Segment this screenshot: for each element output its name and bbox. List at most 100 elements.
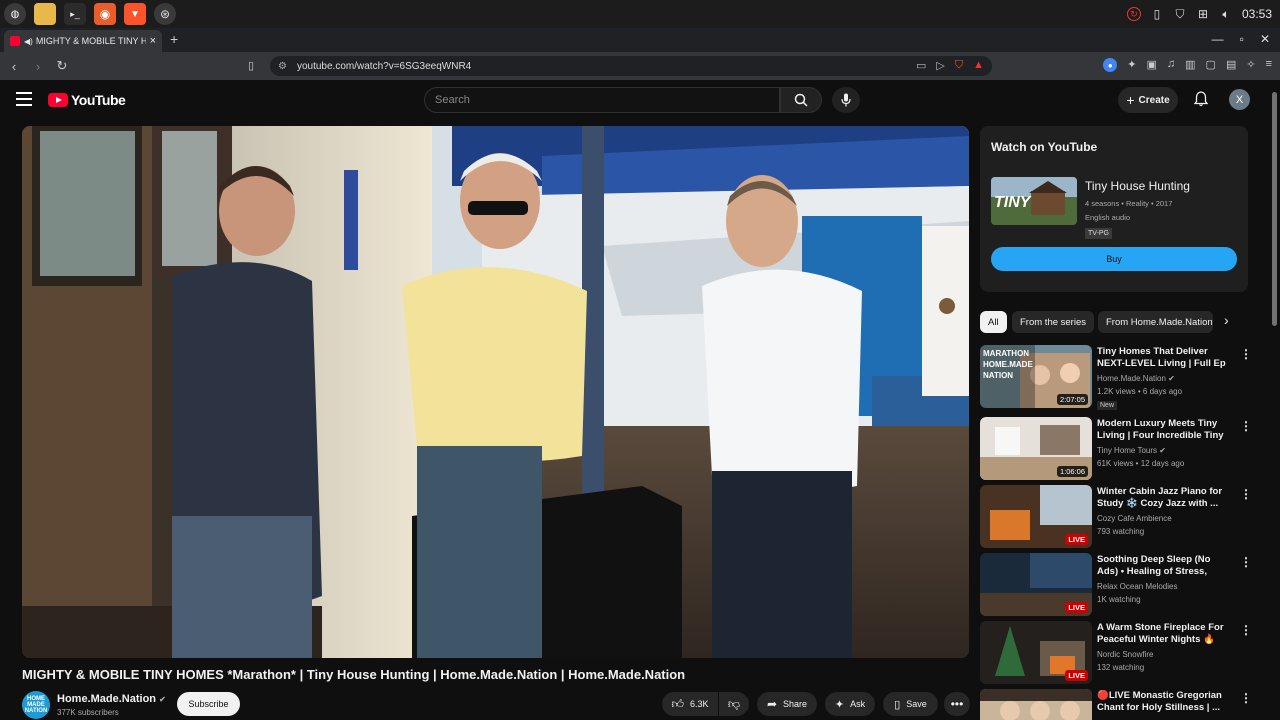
chromium-icon[interactable]: ⊛ bbox=[154, 3, 176, 25]
video-thumbnail[interactable]: 1:06:06 bbox=[980, 417, 1092, 480]
youtube-play-icon bbox=[48, 93, 68, 107]
send-icon[interactable]: ▷ bbox=[936, 59, 944, 72]
volume-icon[interactable]: 🔈︎ bbox=[1219, 7, 1233, 21]
rec-title[interactable]: Modern Luxury Meets Tiny Living | Four I… bbox=[1097, 418, 1233, 442]
more-vertical-icon[interactable]: ⋮ bbox=[1240, 419, 1252, 433]
close-window-icon[interactable]: ✕ bbox=[1260, 32, 1270, 46]
network-icon[interactable]: ⊞ bbox=[1196, 7, 1210, 21]
files-icon[interactable] bbox=[34, 3, 56, 25]
video-thumbnail[interactable]: LIVE bbox=[980, 621, 1092, 684]
rec-channel[interactable]: Nordic Snowfire bbox=[1097, 650, 1153, 659]
sidebar-icon[interactable]: ▥ bbox=[1185, 58, 1195, 72]
firefox-icon[interactable]: ◉ bbox=[94, 3, 116, 25]
back-icon[interactable]: ‹ bbox=[4, 59, 24, 74]
url-field[interactable]: ⚙ youtube.com/watch?v=6SG3eeqWNR4 ▭ ▷ ⛉ … bbox=[270, 56, 992, 76]
plus-icon: + bbox=[1126, 92, 1135, 108]
youtube-logo[interactable]: YouTube bbox=[48, 92, 126, 108]
maximize-icon[interactable]: ▫ bbox=[1240, 32, 1244, 46]
reload-icon[interactable]: ↻ bbox=[52, 58, 72, 74]
channel-name[interactable]: Home.Made.Nation ✔ bbox=[57, 693, 166, 705]
more-vertical-icon[interactable]: ⋮ bbox=[1240, 347, 1252, 361]
extensions-icon[interactable]: ✦ bbox=[1127, 58, 1136, 72]
site-info-icon[interactable]: ⚙ bbox=[278, 61, 287, 72]
music-icon[interactable]: ♫ bbox=[1167, 58, 1175, 72]
more-vertical-icon[interactable]: ⋮ bbox=[1240, 691, 1248, 705]
subscriber-count: 377K subscribers bbox=[57, 708, 119, 717]
search-input[interactable]: Search bbox=[424, 87, 780, 113]
rec-title[interactable]: A Warm Stone Fireplace For Peaceful Wint… bbox=[1097, 622, 1233, 646]
like-button[interactable]: 👍︎ 6.3K bbox=[662, 692, 718, 716]
rec-title[interactable]: Tiny Homes That Deliver NEXT-LEVEL Livin… bbox=[1097, 346, 1233, 370]
recommended-item[interactable]: 1:06:06 Modern Luxury Meets Tiny Living … bbox=[980, 417, 1252, 483]
minimize-icon[interactable]: — bbox=[1212, 32, 1224, 46]
save-button[interactable]: ▯ Save bbox=[883, 692, 938, 716]
recommended-item[interactable]: LIVE Soothing Deep Sleep (No Ads) • Heal… bbox=[980, 553, 1252, 619]
leo-icon[interactable]: ✧ bbox=[1246, 58, 1255, 72]
rec-title[interactable]: Soothing Deep Sleep (No Ads) • Healing o… bbox=[1097, 554, 1233, 578]
more-vertical-icon[interactable]: ⋮ bbox=[1240, 623, 1252, 637]
update-icon[interactable]: ↻ bbox=[1126, 7, 1141, 21]
close-tab-icon[interactable]: × bbox=[150, 35, 156, 47]
chip-from-channel[interactable]: From Home.Made.Nation bbox=[1098, 311, 1213, 333]
chip-all[interactable]: All bbox=[980, 311, 1007, 333]
dislike-button[interactable]: 👎︎ bbox=[719, 692, 749, 716]
mint-menu-icon[interactable]: ◍ bbox=[4, 3, 26, 25]
video-player[interactable] bbox=[22, 126, 969, 658]
brave-rewards-icon[interactable]: ▲ bbox=[973, 59, 984, 72]
recommended-item[interactable]: 🔴LIVE Monastic Gregorian Chant for Holy … bbox=[980, 689, 1248, 720]
screenshot-icon[interactable]: ▣ bbox=[1146, 58, 1156, 72]
show-title[interactable]: Tiny House Hunting bbox=[1085, 179, 1190, 193]
ask-button[interactable]: ✦ Ask bbox=[825, 692, 875, 716]
search-button[interactable] bbox=[780, 87, 822, 113]
rec-title[interactable]: 🔴LIVE Monastic Gregorian Chant for Holy … bbox=[1097, 690, 1233, 714]
new-tab-icon[interactable]: + bbox=[170, 31, 178, 47]
forward-icon[interactable]: › bbox=[28, 59, 48, 74]
recommended-item[interactable]: LIVE Winter Cabin Jazz Piano for Study ❄… bbox=[980, 485, 1252, 551]
battery-icon[interactable]: ▯ bbox=[1150, 7, 1164, 21]
subscribe-button[interactable]: Subscribe bbox=[177, 692, 240, 716]
cast-icon[interactable]: ▭ bbox=[916, 59, 926, 72]
more-actions-button[interactable]: ••• bbox=[944, 692, 970, 716]
show-thumbnail[interactable]: TINY bbox=[991, 177, 1077, 225]
rec-channel[interactable]: Cozy Cafe Ambience bbox=[1097, 514, 1172, 523]
rec-channel[interactable]: Tiny Home Tours ✔ bbox=[1097, 446, 1166, 455]
more-vertical-icon[interactable]: ⋮ bbox=[1240, 555, 1252, 569]
browser-tab[interactable]: ◀) MIGHTY & MOBILE TINY HOMES *Marathon*… bbox=[4, 30, 162, 52]
video-thumbnail[interactable] bbox=[980, 689, 1092, 720]
account-avatar[interactable]: X bbox=[1229, 89, 1250, 110]
recommended-item[interactable]: LIVE A Warm Stone Fireplace For Peaceful… bbox=[980, 621, 1252, 687]
video-thumbnail[interactable]: MARATHON HOME.MADE NATION 2:07:05 bbox=[980, 345, 1092, 408]
terminal-icon[interactable]: ▸_ bbox=[64, 3, 86, 25]
share-button[interactable]: ➦ Share bbox=[757, 692, 817, 716]
video-thumbnail[interactable]: LIVE bbox=[980, 485, 1092, 548]
reading-list-icon[interactable]: ▢ bbox=[1206, 58, 1216, 72]
chip-from-series[interactable]: From the series bbox=[1012, 311, 1094, 333]
channel-avatar[interactable]: HOME MADE NATION bbox=[22, 691, 50, 719]
notifications-button[interactable] bbox=[1192, 89, 1210, 109]
url-text: youtube.com/watch?v=6SG3eeqWNR4 bbox=[296, 60, 472, 72]
browser-menu-icon[interactable]: ≡ bbox=[1266, 58, 1272, 72]
watch-on-youtube-card: Watch on YouTube TINY Tiny House Hunting… bbox=[980, 126, 1248, 292]
create-label: Create bbox=[1138, 94, 1170, 106]
wallet-icon[interactable]: ▤ bbox=[1226, 58, 1236, 72]
clock[interactable]: 03:53 bbox=[1242, 7, 1272, 21]
brave-shields-icon[interactable]: ⛉ bbox=[955, 59, 963, 72]
chevron-right-icon[interactable]: › bbox=[1224, 312, 1229, 328]
bookmark-icon[interactable]: ▯ bbox=[248, 59, 254, 72]
profile-icon[interactable]: ● bbox=[1103, 58, 1118, 72]
more-vertical-icon[interactable]: ⋮ bbox=[1240, 487, 1252, 501]
video-duration: 1:06:06 bbox=[1056, 466, 1088, 477]
os-taskbar: ◍ ▸_ ◉ ▼ ⊛ ↻ ▯ ⛉ ⊞ 🔈︎ 03:53 bbox=[0, 0, 1280, 28]
video-thumbnail[interactable]: LIVE bbox=[980, 553, 1092, 616]
brave-icon[interactable]: ▼ bbox=[124, 3, 146, 25]
buy-button[interactable]: Buy bbox=[991, 247, 1237, 271]
rec-title[interactable]: Winter Cabin Jazz Piano for Study ❄️ Coz… bbox=[1097, 486, 1233, 510]
shield-icon[interactable]: ⛉ bbox=[1173, 7, 1187, 21]
voice-search-button[interactable] bbox=[832, 87, 860, 113]
create-button[interactable]: + Create bbox=[1118, 87, 1178, 113]
guide-menu-icon[interactable] bbox=[16, 92, 32, 106]
rec-channel[interactable]: Home.Made.Nation ✔ bbox=[1097, 374, 1175, 383]
recommended-item[interactable]: MARATHON HOME.MADE NATION 2:07:05 Tiny H… bbox=[980, 345, 1252, 411]
page-scrollbar[interactable] bbox=[1272, 92, 1277, 326]
rec-channel[interactable]: Relax Ocean Melodies bbox=[1097, 582, 1177, 591]
